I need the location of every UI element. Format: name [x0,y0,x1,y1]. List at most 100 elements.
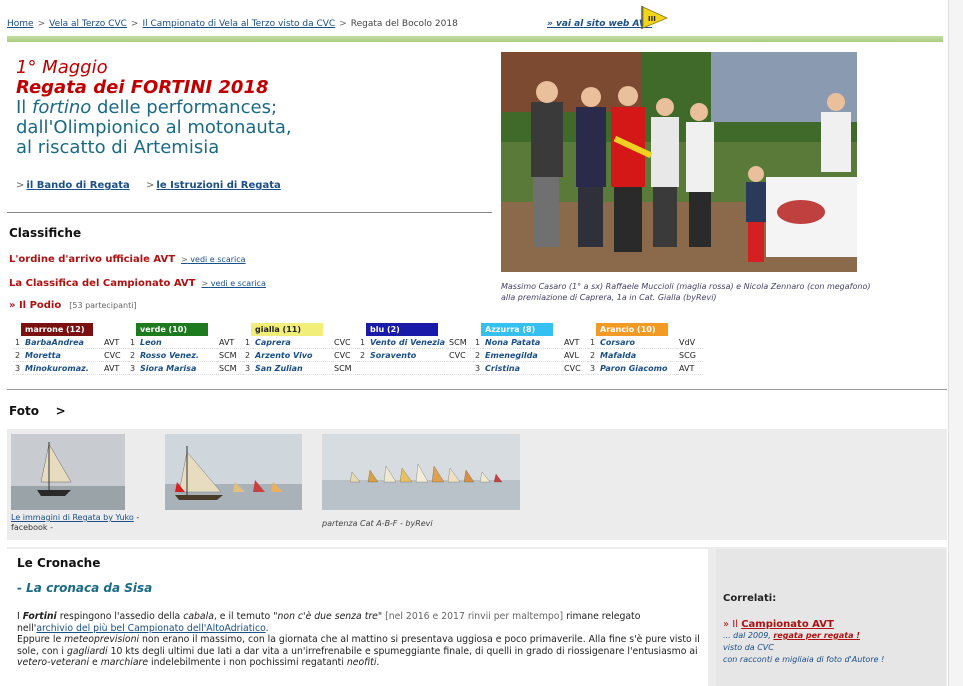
podium-header-row: marrone (12) verde (10) gialla (11) blu (2)… [13,323,703,336]
podium-rank: 2 [588,348,599,362]
text-run: respingono l'assedio della [56,611,184,622]
photo-caption-line-1: Massimo Casaro (1° a sx) Raffaele Muccio… [501,282,871,291]
podium-category-cell: Arancio (10) [588,323,703,336]
podio-row: » Il Podio [53 partecipanti] [9,300,137,311]
campionato-avt-label: Campionato AVT [741,619,834,630]
download-label: vedi e scarica [190,255,246,264]
podium-club: AVL [562,348,589,362]
podium-boat-name[interactable]: Moretta [23,348,102,362]
scrollbar[interactable] [948,0,963,686]
podium-club: SCM [332,361,358,375]
foto-heading[interactable]: Foto > [9,404,66,418]
avt-site-link-prefix: » vai al [547,19,584,29]
avt-site-link[interactable]: » vai al sito web AVT [547,19,652,29]
podium-category-label: marrone (12) [21,323,93,336]
classifica-campionato-download-link[interactable]: > vedi e scarica [201,279,266,288]
podium-club: AVT [102,361,128,375]
podium-boat-name[interactable]: Soravento [368,348,448,362]
photo-thumbnail-regata[interactable] [165,434,302,510]
podium-category-cell: marrone (12) [13,323,128,336]
text-run: e [89,657,101,668]
podium-boat-name[interactable]: BarbaAndrea [23,336,102,349]
bando-link[interactable]: > il Bando di Regata [16,180,130,191]
podium-rank: 3 [243,361,253,375]
archivio-campionato-link[interactable]: archivio del più bel Campionato dell'Alt… [36,623,265,634]
istruzioni-link[interactable]: > le Istruzioni di Regata [146,180,281,191]
podium-club: SCM [217,348,243,362]
podium-boat-name[interactable]: Mafalda [598,348,678,362]
podium-boat-name[interactable]: Corsaro [598,336,678,349]
podium-rank: 2 [473,348,484,362]
podium-boat-name[interactable]: Vento di Venezia [368,336,448,349]
podium-boat-name[interactable]: Caprera [253,336,332,349]
podium-rank: 1 [588,336,599,349]
podium-club: CVC [332,336,358,349]
regata-per-regata-prefix: ... dal 2009, [723,631,774,640]
breadcrumb-separator: > [37,19,46,29]
avt-flag-icon[interactable]: III [639,4,669,30]
podium-boat-name[interactable]: Minokuromaz. [23,361,102,375]
participants-count: [53 partecipanti] [69,301,137,310]
podium-rank: 3 [13,361,23,375]
podium-category-cell: blu (2) [358,323,473,336]
event-date: 1° Maggio [16,57,108,78]
podium-category-label: gialla (11) [251,323,323,336]
regata-per-regata-label: regata per regata ! [773,631,860,640]
podium-club: VdV [677,336,704,349]
breadcrumb-vela-terzo[interactable]: Vela al Terzo CVC [49,19,127,29]
podium-table: marrone (12) verde (10) gialla (11) blu (2)… [13,323,704,375]
yuko-photos-link[interactable]: Le immagini di Regata by Yuko [11,513,134,522]
podium-boat-name[interactable]: San Zulian [253,361,332,375]
text-run: rimane relegato [563,611,641,622]
photo-caption: Massimo Casaro (1° a sx) Raffaele Muccio… [501,281,881,303]
correlati-foto-text: con racconti e migliaia di foto d'Autore… [723,655,885,664]
text-run: gagliardi [66,645,108,657]
header-divider [7,36,943,42]
subtitle-em: fortino [32,97,92,118]
bando-link-pre: il [26,180,37,191]
classifica-campionato-row: La Classifica del Campionato AVT > vedi e… [9,278,266,289]
podio-label: » Il Podio [9,300,62,311]
breadcrumb: Home > Vela al Terzo CVC > Il Campionato di … [7,19,458,29]
breadcrumb-current: Regata del Bocolo 2018 [350,19,458,29]
breadcrumb-campionato[interactable]: Il Campionato di Vela al Terzo visto da … [142,19,335,29]
ordine-arrivo-download-link[interactable]: > vedi e scarica [181,255,246,264]
photo-thumbnail-partenza[interactable] [322,434,520,510]
istruzioni-link-label: Istruzioni di Regata [170,180,281,191]
podium-category-cell: Azzurra (8) [473,323,588,336]
text-run: . [265,622,269,634]
istruzioni-link-pre: le [156,180,171,191]
subtitle-line-3: al riscatto di Artemisia [16,137,220,158]
award-photo[interactable] [501,52,857,272]
podium-rank: 2 [358,348,368,362]
podium-club: CVC [332,348,358,362]
podium-boat-name[interactable]: Nona Patata [483,336,563,349]
podium-boat-name[interactable]: Paron Giacomo [598,361,678,375]
podium-category-label: blu (2) [366,323,438,336]
podium-boat-name[interactable]: Emenegilda [483,348,563,362]
cronaca-text: I Fortini respingono l'assedio della cab… [17,611,707,669]
photo-thumbnail-yuko[interactable] [11,434,125,510]
text-run: vetero-veterani [17,657,90,668]
podium-boat-name[interactable]: Cristina [483,361,563,375]
subtitle-pre: Il [16,97,33,118]
text-run: nell' [17,622,37,634]
subtitle-line-2: dall'Olimpionico al motonauta, [16,117,292,138]
bando-link-label: Bando di Regata [36,180,130,191]
text-run: indelebilmente i non pochissimi regatant… [148,657,347,668]
breadcrumb-home[interactable]: Home [7,19,34,29]
podium-boat-name[interactable]: Leon [138,336,217,349]
photo-caption-line-2: alla premiazione di Caprera, 1a in Cat. … [501,293,717,302]
campionato-avt-link[interactable]: » Il Campionato AVT [723,619,834,630]
classifica-campionato-label: La Classifica del Campionato AVT [9,278,196,289]
regata-per-regata-link[interactable]: ... dal 2009, regata per regata ! [723,631,860,640]
breadcrumb-separator: > [339,19,347,29]
podium-boat-name[interactable]: Arzento Vivo [253,348,332,362]
podium-boat-name[interactable] [368,361,448,375]
text-run: neofiti [346,657,377,668]
podium-club: AVT [217,336,243,349]
correlati-sidebar [716,549,946,686]
podium-boat-name[interactable]: Siora Marisa [138,361,217,375]
podium-club: CVC [102,348,128,362]
podium-boat-name[interactable]: Rosso Venez. [138,348,217,362]
